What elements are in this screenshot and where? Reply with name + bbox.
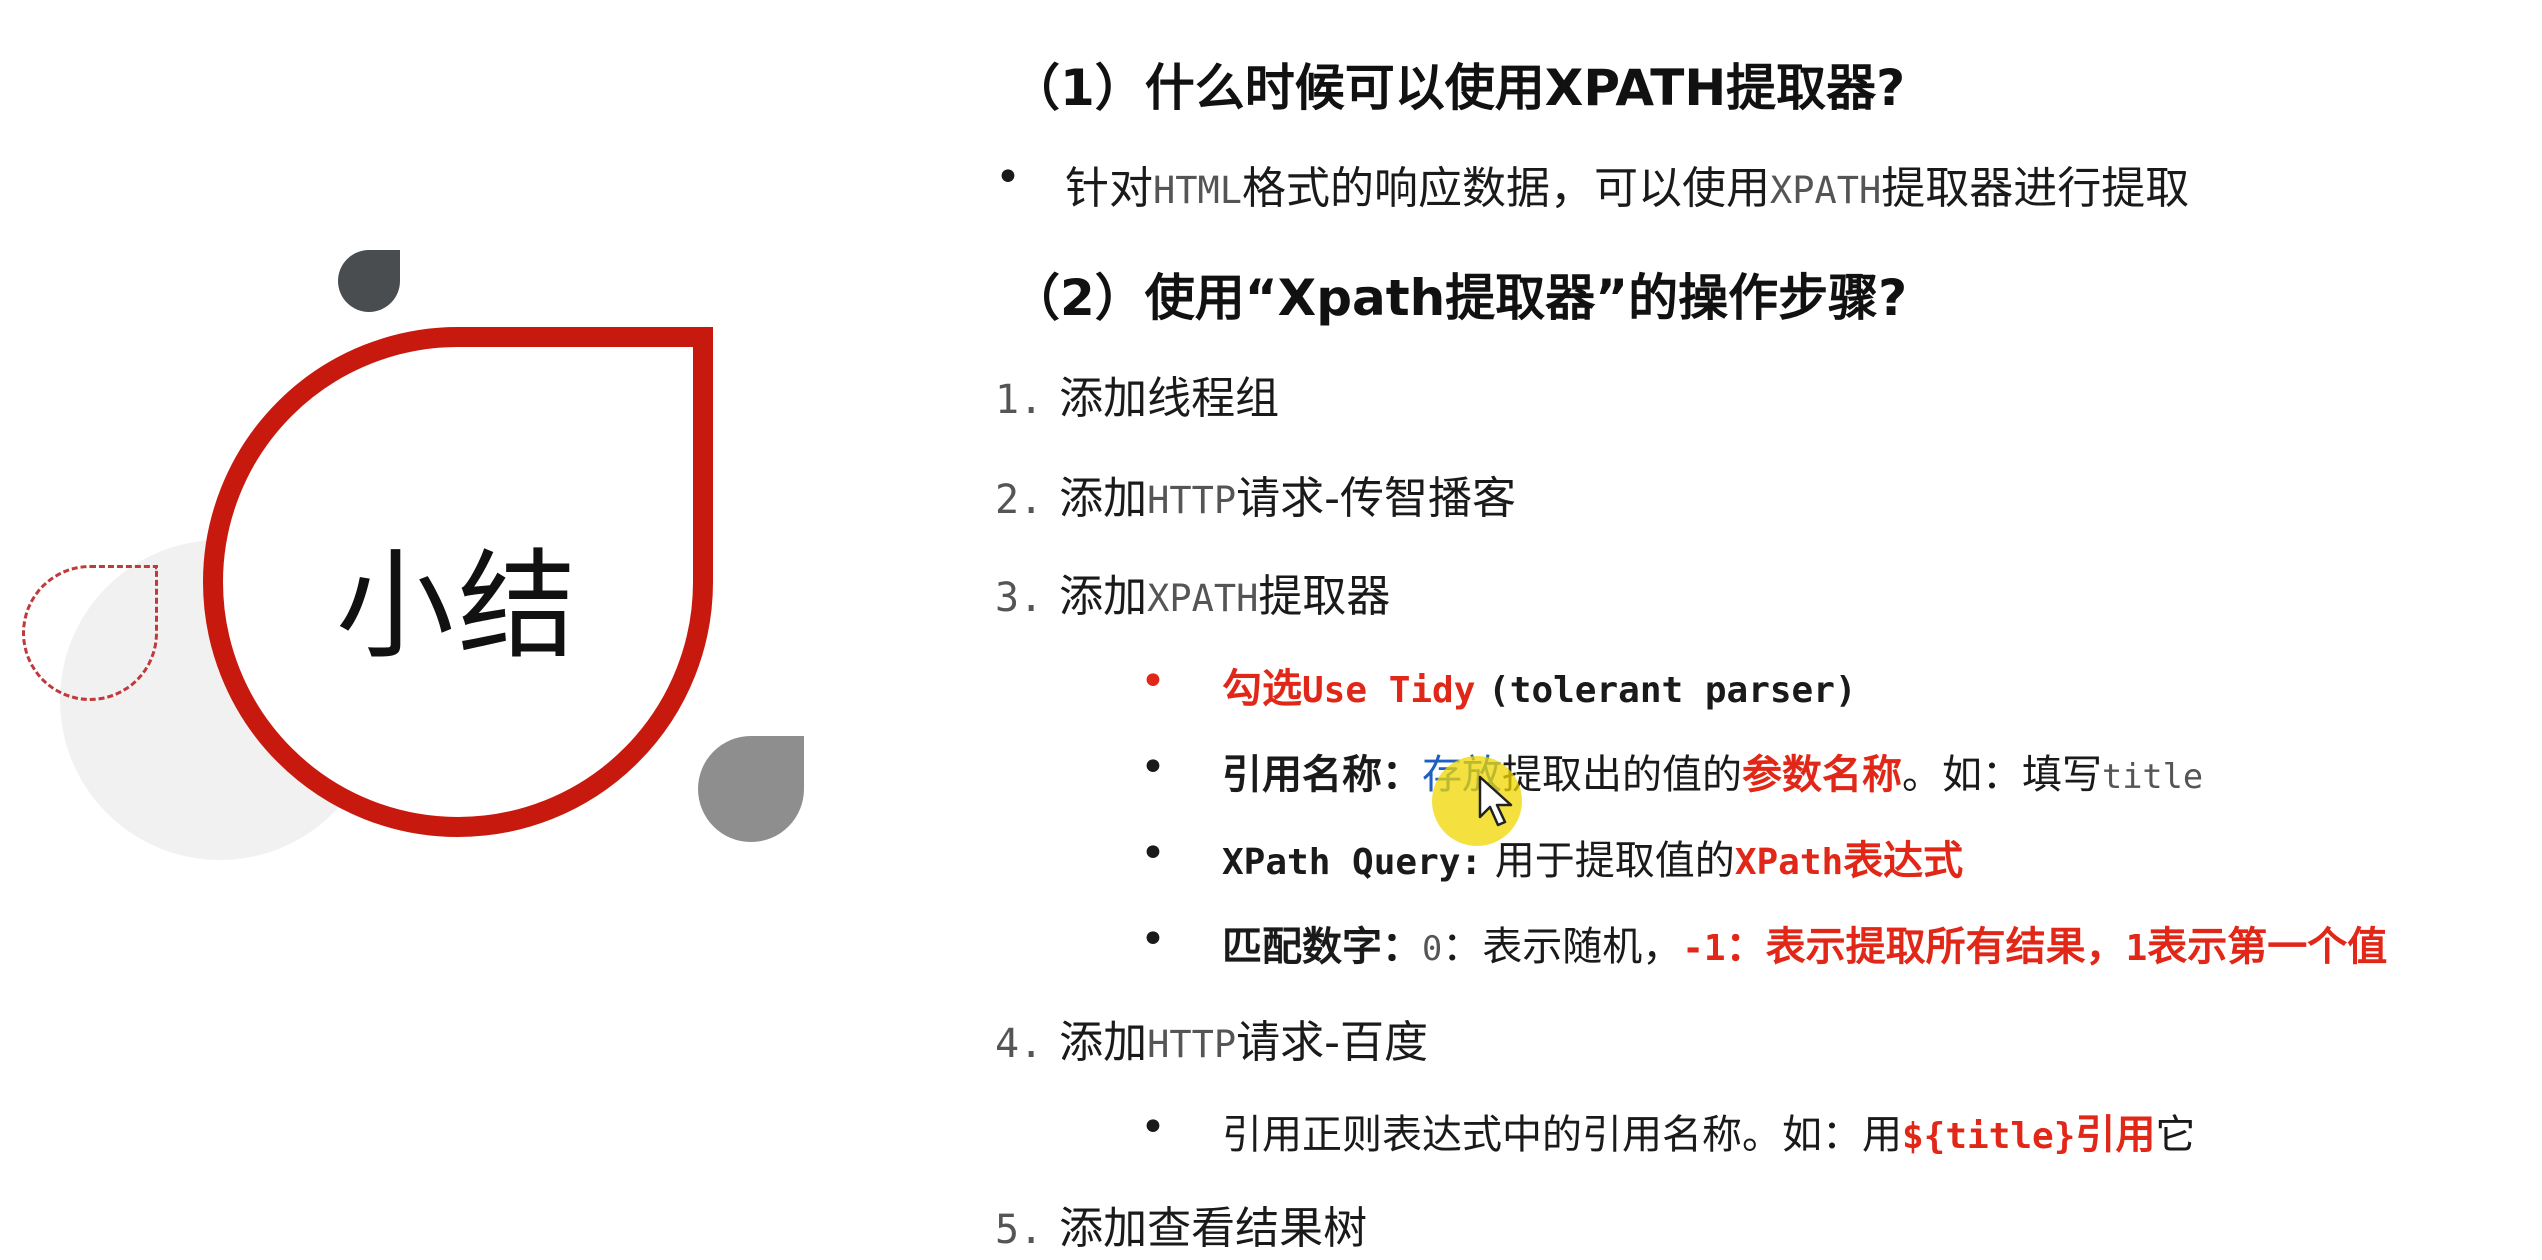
grey-drop-shape <box>698 736 804 842</box>
mouse-pointer-icon <box>1478 775 1513 827</box>
bullet-dot: • <box>1140 742 1166 793</box>
step-1: 1. 添加线程组 <box>995 373 1280 424</box>
bullet-dot: • <box>1140 828 1166 879</box>
step-3: 3. 添加XPATH提取器 <box>995 571 1391 622</box>
dashed-drop-shape <box>22 565 158 701</box>
bullet-dot: • <box>1140 656 1166 707</box>
sub-ref-name: 引用名称：存放提取出的值的参数名称。如：填写title <box>1222 752 2204 798</box>
sub-match-number: 匹配数字：0：表示随机，-1：表示提取所有结果，1表示第一个值 <box>1222 924 2388 970</box>
dark-drop-shape <box>338 250 400 312</box>
bullet-dot: • <box>1140 914 1166 965</box>
sub-ref-usage: 引用正则表达式中的引用名称。如：用${title}引用它 <box>1222 1112 2196 1158</box>
step-2: 2. 添加HTTP请求-传智播客 <box>995 473 1517 524</box>
q2-heading: （2）使用“Xpath提取器”的操作步骤? <box>1010 269 1908 327</box>
bullet-dot: • <box>1140 1102 1166 1153</box>
step-4: 4. 添加HTTP请求-百度 <box>995 1017 1429 1068</box>
q1-bullet-text: 针对HTML格式的响应数据，可以使用XPATH提取器进行提取 <box>1065 163 2190 214</box>
sub-xpath-query: XPath Query: 用于提取值的XPath表达式 <box>1222 838 1964 884</box>
bullet-dot: • <box>995 152 1021 203</box>
step-5: 5. 添加查看结果树 <box>995 1203 1368 1254</box>
sub-tidy: 勾选Use Tidy (tolerant parser) <box>1222 666 1857 712</box>
q1-heading: （1）什么时候可以使用XPATH提取器? <box>1010 59 1906 117</box>
summary-title: 小结 <box>335 537 580 675</box>
